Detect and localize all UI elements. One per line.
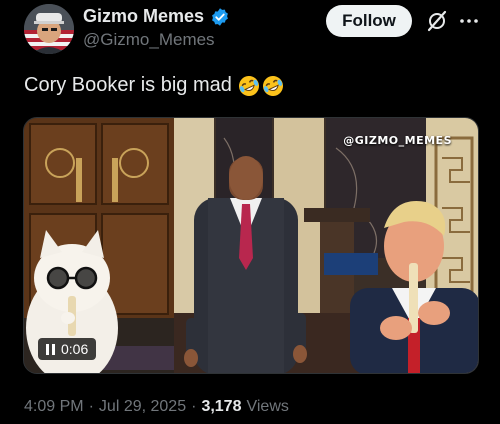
tweet-header: Gizmo Memes @Gizmo_Memes Follow bbox=[24, 4, 484, 54]
post-date[interactable]: Jul 29, 2025 bbox=[99, 398, 186, 416]
avatar[interactable] bbox=[24, 4, 74, 54]
follow-button[interactable]: Follow bbox=[326, 5, 412, 37]
author-info: Gizmo Memes @Gizmo_Memes bbox=[83, 6, 230, 50]
pause-icon[interactable] bbox=[46, 343, 55, 355]
verified-badge-icon[interactable] bbox=[210, 7, 230, 27]
views-label: Views bbox=[246, 398, 289, 415]
views-count[interactable]: 3,178 bbox=[201, 398, 241, 416]
video-duration: 0:06 bbox=[61, 341, 89, 357]
tweet-meta: 4:09 PM · Jul 29, 2025 · 3,178 Views bbox=[24, 398, 289, 416]
video-frame bbox=[24, 118, 478, 373]
avatar-image bbox=[24, 4, 74, 54]
more-icon[interactable] bbox=[458, 10, 480, 32]
meta-separator: · bbox=[88, 398, 94, 415]
rolling-on-floor-laughing-emoji bbox=[238, 75, 260, 97]
video-player[interactable]: @GIZMO_MEMES 0:06 bbox=[23, 117, 479, 374]
rolling-on-floor-laughing-emoji bbox=[262, 75, 284, 97]
tweet-body: Cory Booker is big mad bbox=[24, 74, 232, 96]
post-time[interactable]: 4:09 PM bbox=[24, 398, 84, 416]
grok-icon[interactable] bbox=[425, 9, 449, 33]
tweet-text: Cory Booker is big mad bbox=[24, 74, 284, 97]
display-name[interactable]: Gizmo Memes bbox=[83, 6, 204, 27]
meta-separator: · bbox=[191, 398, 197, 415]
author-handle[interactable]: @Gizmo_Memes bbox=[83, 30, 230, 50]
playback-badge[interactable]: 0:06 bbox=[38, 338, 97, 360]
watermark: @GIZMO_MEMES bbox=[343, 134, 452, 147]
